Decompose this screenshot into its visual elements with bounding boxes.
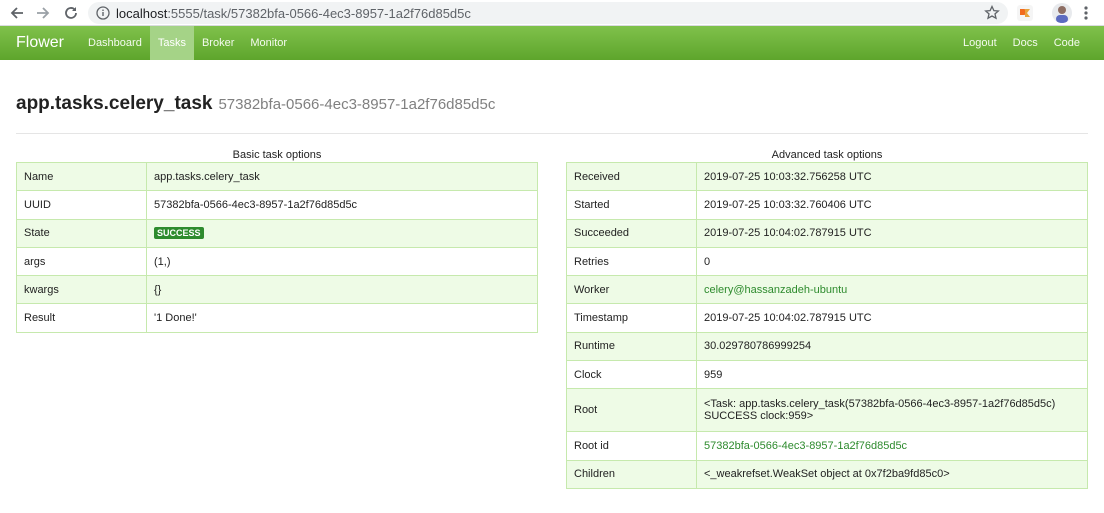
row-value: (1,) bbox=[146, 246, 538, 277]
basic-options-panel: Basic task options Name app.tasks.celery… bbox=[16, 148, 538, 489]
table-row: Root <Task: app.tasks.celery_task(57382b… bbox=[566, 388, 1088, 433]
task-name: app.tasks.celery_task bbox=[16, 93, 213, 114]
row-key: UUID bbox=[16, 190, 147, 220]
nav-monitor[interactable]: Monitor bbox=[242, 26, 295, 60]
table-row: Started 2019-07-25 10:03:32.760406 UTC bbox=[566, 190, 1088, 220]
row-value: 959 bbox=[696, 360, 1088, 390]
row-value: 57382bfa-0566-4ec3-8957-1a2f76d85d5c bbox=[696, 431, 1088, 461]
row-value: 57382bfa-0566-4ec3-8957-1a2f76d85d5c bbox=[146, 190, 538, 220]
page-title: app.tasks.celery_task 57382bfa-0566-4ec3… bbox=[16, 93, 1088, 123]
table-row: Received 2019-07-25 10:03:32.756258 UTC bbox=[566, 161, 1088, 192]
table-row: Clock 959 bbox=[566, 360, 1088, 390]
nav-code[interactable]: Code bbox=[1046, 26, 1088, 60]
advanced-options-caption: Advanced task options bbox=[771, 149, 883, 161]
table-row: Children <_weakrefset.WeakSet object at … bbox=[566, 459, 1088, 489]
nav-docs[interactable]: Docs bbox=[1005, 26, 1046, 60]
table-row: State SUCCESS bbox=[16, 218, 538, 248]
table-row: Root id 57382bfa-0566-4ec3-8957-1a2f76d8… bbox=[566, 431, 1088, 461]
info-icon[interactable] bbox=[96, 6, 110, 20]
back-arrow-icon[interactable] bbox=[6, 2, 28, 24]
row-key: Worker bbox=[566, 275, 697, 305]
row-key: Result bbox=[16, 303, 147, 333]
row-value: SUCCESS bbox=[146, 218, 538, 248]
row-value: <Task: app.tasks.celery_task(57382bfa-05… bbox=[696, 388, 1088, 433]
page-content: app.tasks.celery_task 57382bfa-0566-4ec3… bbox=[0, 93, 1104, 489]
root-id-link[interactable]: 57382bfa-0566-4ec3-8957-1a2f76d85d5c bbox=[704, 440, 907, 452]
navbar-right: Logout Docs Code bbox=[955, 26, 1088, 60]
table-row: Name app.tasks.celery_task bbox=[16, 161, 538, 192]
browser-menu-icon[interactable] bbox=[1080, 4, 1092, 22]
table-row: Retries 0 bbox=[566, 246, 1088, 277]
forward-arrow-icon[interactable] bbox=[32, 2, 54, 24]
task-id: 57382bfa-0566-4ec3-8957-1a2f76d85d5c bbox=[218, 96, 496, 113]
table-row: Worker celery@hassanzadeh-ubuntu bbox=[566, 275, 1088, 305]
row-key: Succeeded bbox=[566, 218, 697, 248]
row-key: Received bbox=[566, 161, 697, 192]
row-value: app.tasks.celery_task bbox=[146, 161, 538, 192]
nav-broker[interactable]: Broker bbox=[194, 26, 242, 60]
status-badge: SUCCESS bbox=[154, 227, 204, 240]
row-key: args bbox=[16, 246, 147, 277]
reload-icon[interactable] bbox=[60, 2, 82, 24]
row-key: Timestamp bbox=[566, 303, 697, 333]
bookmark-star-icon[interactable] bbox=[984, 5, 1000, 21]
row-value: 2019-07-25 10:03:32.756258 UTC bbox=[696, 161, 1088, 192]
table-row: Succeeded 2019-07-25 10:04:02.787915 UTC bbox=[566, 218, 1088, 248]
extension-icon[interactable] bbox=[1016, 4, 1034, 22]
row-value: 0 bbox=[696, 246, 1088, 277]
row-key: Clock bbox=[566, 360, 697, 390]
navbar: Flower Dashboard Tasks Broker Monitor Lo… bbox=[0, 26, 1104, 60]
divider bbox=[16, 133, 1088, 134]
root-value-line1: <Task: app.tasks.celery_task(57382bfa-05… bbox=[704, 398, 1056, 411]
table-row: args (1,) bbox=[16, 246, 538, 277]
brand-logo[interactable]: Flower bbox=[0, 26, 80, 60]
row-value: '1 Done!' bbox=[146, 303, 538, 333]
row-key: Started bbox=[566, 190, 697, 220]
row-key: Name bbox=[16, 161, 147, 192]
basic-options-table: Name app.tasks.celery_task UUID 57382bfa… bbox=[16, 161, 538, 333]
row-key: Children bbox=[566, 459, 697, 489]
profile-avatar[interactable] bbox=[1052, 3, 1072, 23]
row-key: State bbox=[16, 218, 147, 248]
row-key: Root bbox=[566, 388, 697, 433]
row-value: 2019-07-25 10:04:02.787915 UTC bbox=[696, 303, 1088, 333]
table-row: UUID 57382bfa-0566-4ec3-8957-1a2f76d85d5… bbox=[16, 190, 538, 220]
table-row: Runtime 30.029780786999254 bbox=[566, 331, 1088, 362]
row-key: Runtime bbox=[566, 331, 697, 362]
address-bar[interactable]: localhost:5555/task/57382bfa-0566-4ec3-8… bbox=[88, 2, 1008, 24]
table-row: kwargs {} bbox=[16, 275, 538, 305]
browser-toolbar: localhost:5555/task/57382bfa-0566-4ec3-8… bbox=[0, 0, 1104, 26]
panels: Basic task options Name app.tasks.celery… bbox=[16, 148, 1088, 489]
row-value: 2019-07-25 10:03:32.760406 UTC bbox=[696, 190, 1088, 220]
nav-tasks[interactable]: Tasks bbox=[149, 26, 194, 60]
table-row: Timestamp 2019-07-25 10:04:02.787915 UTC bbox=[566, 303, 1088, 333]
row-key: kwargs bbox=[16, 275, 147, 305]
url-text[interactable]: localhost:5555/task/57382bfa-0566-4ec3-8… bbox=[116, 6, 471, 21]
row-key: Root id bbox=[566, 431, 697, 461]
table-row: Result '1 Done!' bbox=[16, 303, 538, 333]
row-value: 30.029780786999254 bbox=[696, 331, 1088, 362]
basic-options-caption: Basic task options bbox=[232, 149, 322, 161]
advanced-options-table: Received 2019-07-25 10:03:32.756258 UTC … bbox=[566, 161, 1088, 489]
row-value: {} bbox=[146, 275, 538, 305]
root-value-line2: SUCCESS clock:959> bbox=[704, 410, 814, 423]
row-value: 2019-07-25 10:04:02.787915 UTC bbox=[696, 218, 1088, 248]
advanced-options-panel: Advanced task options Received 2019-07-2… bbox=[566, 148, 1088, 489]
nav-logout[interactable]: Logout bbox=[955, 26, 1005, 60]
row-key: Retries bbox=[566, 246, 697, 277]
nav-dashboard[interactable]: Dashboard bbox=[80, 26, 150, 60]
row-value: celery@hassanzadeh-ubuntu bbox=[696, 275, 1088, 305]
row-value: <_weakrefset.WeakSet object at 0x7f2ba9f… bbox=[696, 459, 1088, 489]
worker-link[interactable]: celery@hassanzadeh-ubuntu bbox=[704, 284, 847, 296]
